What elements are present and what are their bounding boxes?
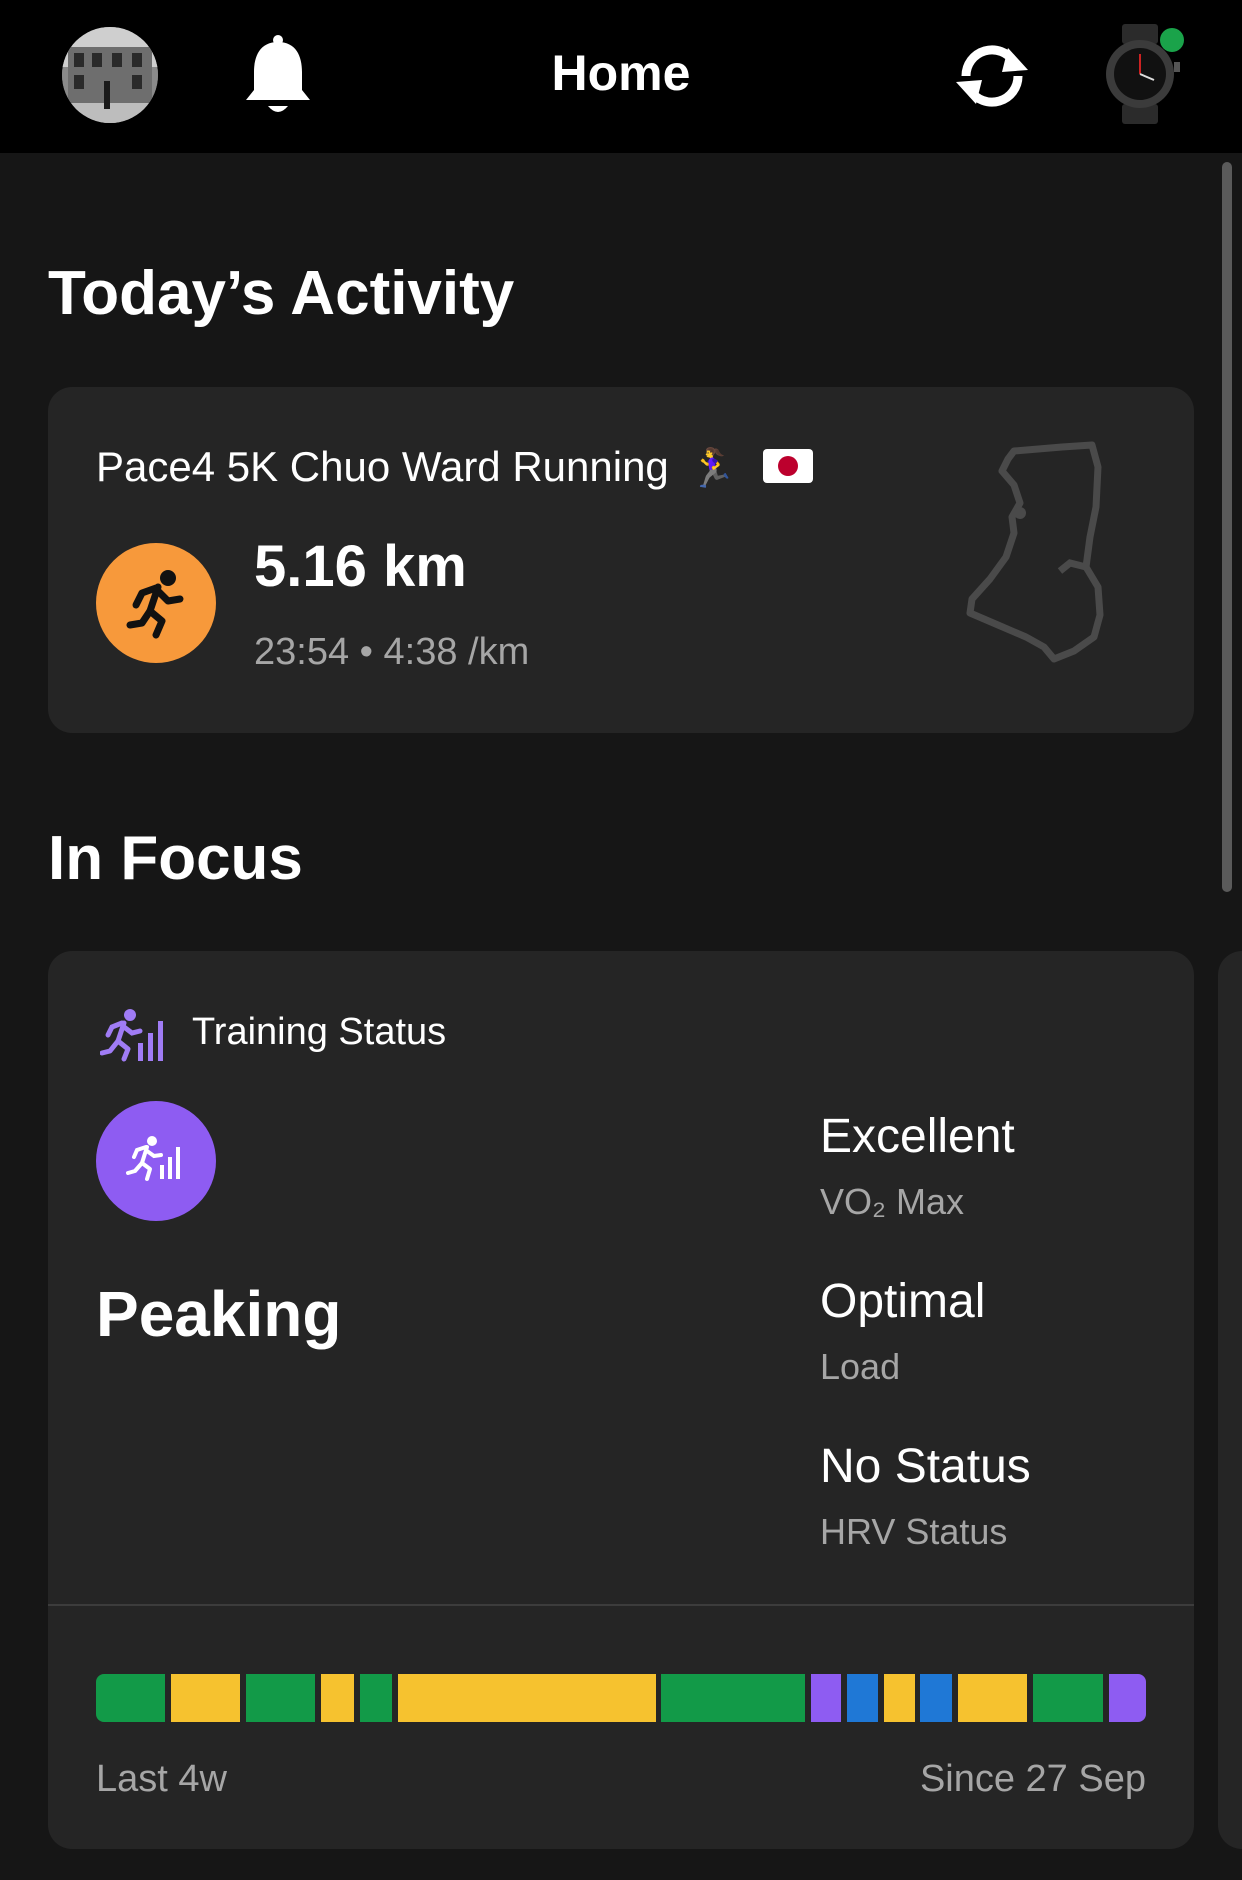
activity-distance: 5.16 km	[254, 534, 467, 599]
timeline-segment	[884, 1674, 915, 1722]
activity-type-badge	[96, 543, 216, 663]
timeline-segment	[360, 1674, 392, 1722]
next-focus-card[interactable]	[1218, 951, 1242, 1849]
divider	[48, 1604, 1194, 1606]
training-status-badge-icon	[126, 1136, 180, 1181]
vo2max-label: VO₂ Max	[820, 1181, 964, 1222]
load-value: Optimal	[820, 1275, 986, 1328]
timeline-segment	[171, 1674, 240, 1722]
vo2max-value: Excellent	[820, 1110, 1015, 1163]
timeline-segment	[847, 1674, 878, 1722]
activity-name: Pace4 5K Chuo Ward Running 🏃‍♀️	[96, 443, 814, 491]
card-label-training-status: Training Status	[192, 1011, 447, 1053]
hrv-status-label: HRV Status	[820, 1511, 1008, 1552]
training-status-card[interactable]: Training Status Peaking Excellent VO₂ Ma…	[48, 951, 1194, 1849]
timeline-segment	[398, 1674, 656, 1722]
running-icon	[126, 570, 184, 639]
japan-flag-icon	[763, 448, 814, 483]
runner-emoji: 🏃‍♀️	[688, 448, 736, 490]
load-label: Load	[820, 1346, 901, 1387]
device-connected-indicator	[1160, 28, 1184, 52]
timeline-segment	[246, 1674, 315, 1722]
hrv-status-value: No Status	[820, 1440, 1031, 1493]
section-title-todays-activity: Today’s Activity	[48, 259, 515, 328]
training-status-icon	[100, 1009, 163, 1062]
timeline-segment	[661, 1674, 805, 1722]
route-map-icon	[966, 441, 1104, 663]
section-title-in-focus: In Focus	[48, 824, 303, 893]
timeline-segment	[1109, 1674, 1146, 1722]
timeline-start-label: Last 4w	[96, 1758, 227, 1800]
activity-name-text: Pace4 5K Chuo Ward Running	[96, 443, 669, 490]
activity-time-pace: 23:54 • 4:38 /km	[254, 631, 530, 673]
timeline-segment	[1033, 1674, 1103, 1722]
top-bar: Home	[0, 0, 1242, 153]
activity-card[interactable]: Pace4 5K Chuo Ward Running 🏃‍♀️ 5.16 km …	[48, 387, 1194, 733]
training-status-value: Peaking	[96, 1278, 342, 1350]
timeline-segment	[958, 1674, 1027, 1722]
timeline-segment	[321, 1674, 354, 1722]
training-status-timeline	[96, 1674, 1146, 1722]
scrollbar[interactable]	[1222, 162, 1232, 892]
page-title: Home	[551, 45, 691, 101]
timeline-end-label: Since 27 Sep	[919, 1758, 1146, 1800]
timeline-segment	[811, 1674, 841, 1722]
training-status-badge	[96, 1101, 216, 1221]
timeline-segment	[96, 1674, 165, 1722]
timeline-segment	[920, 1674, 952, 1722]
sync-icon[interactable]	[952, 40, 1032, 112]
